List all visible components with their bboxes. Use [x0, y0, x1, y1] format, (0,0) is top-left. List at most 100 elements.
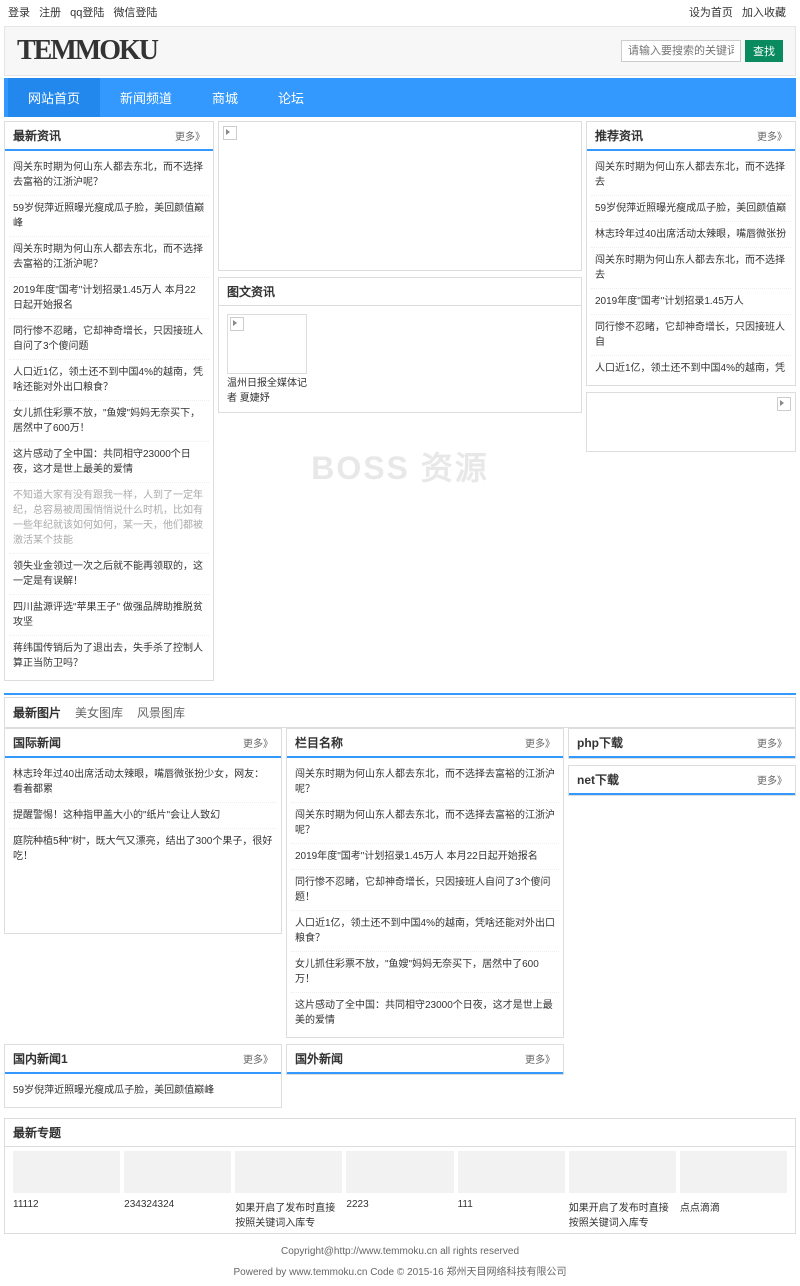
- thumb-caption: 温州日报全媒体记者 夏婕妤: [227, 374, 307, 404]
- list-item[interactable]: 四川盐源评选"苹果王子" 做强品牌助推脱贫攻坚: [9, 595, 209, 636]
- list-item[interactable]: 女儿抓住彩票不放，"鱼嫂"妈妈无奈买下，居然中了600万！: [9, 401, 209, 442]
- list-item[interactable]: 2019年度"国考"计划招录1.45万人 本月22日起开始报名: [291, 844, 559, 870]
- list-item[interactable]: 同行惨不忍睹，它却神奇增长，只因接班人自问了3个傻问题: [9, 319, 209, 360]
- register-link[interactable]: 注册: [39, 7, 61, 19]
- search-box: 查找: [621, 40, 783, 62]
- list-item[interactable]: 闯关东时期为何山东人都去东北，而不选择去富裕的江浙沪呢？: [291, 803, 559, 844]
- latest-news-more[interactable]: 更多》: [175, 128, 205, 143]
- foreign-more[interactable]: 更多》: [525, 1051, 555, 1066]
- list-item[interactable]: 领失业金领过一次之后就不能再领取的，这一定是有误解！: [9, 554, 209, 595]
- list-item[interactable]: 人口近1亿，领土还不到中国4%的越南，凭: [591, 356, 791, 381]
- search-button[interactable]: 查找: [745, 40, 783, 62]
- list-item[interactable]: 59岁倪萍近照曝光瘦成瓜子脸，美回颜值巅峰: [9, 196, 209, 237]
- add-favorite-link[interactable]: 加入收藏: [742, 7, 786, 19]
- list-item-gray: 不知道大家有没有跟我一样，人到了一定年纪，总容易被周围悄悄说什么时机，比如有一些…: [9, 483, 209, 554]
- list-item[interactable]: 闯关东时期为何山东人都去东北，而不选择去富裕的江浙沪呢？: [9, 155, 209, 196]
- tab-scenery[interactable]: 风景图库: [137, 704, 185, 721]
- list-item[interactable]: 59岁倪萍近照曝光瘦成瓜子脸，美回颜值巅: [591, 196, 791, 222]
- list-item[interactable]: 59岁倪萍近照曝光瘦成瓜子脸，美回颜值巅峰: [9, 1078, 277, 1103]
- imgtext-body: 温州日报全媒体记者 夏婕妤: [219, 306, 581, 412]
- recommend-more[interactable]: 更多》: [757, 128, 787, 143]
- php-head: php下载 更多》: [569, 729, 795, 758]
- domestic-title: 国内新闻1: [13, 1050, 68, 1067]
- php-panel: php下载 更多》: [568, 728, 796, 759]
- special-item[interactable]: 234324324: [124, 1151, 231, 1229]
- foreign-col: 国外新闻 更多》: [286, 1044, 564, 1114]
- special-thumb: [569, 1151, 676, 1193]
- foreign-panel: 国外新闻 更多》: [286, 1044, 564, 1075]
- special-label: 234324324: [124, 1199, 174, 1210]
- list-item[interactable]: 闯关东时期为何山东人都去东北，而不选择去: [591, 248, 791, 289]
- domestic-head: 国内新闻1 更多》: [5, 1045, 281, 1074]
- list-item[interactable]: 女儿抓住彩票不放，"鱼嫂"妈妈无奈买下，居然中了600万！: [291, 952, 559, 993]
- wechat-login-link[interactable]: 微信登陆: [113, 7, 157, 19]
- tab-latest-images[interactable]: 最新图片: [13, 704, 61, 721]
- latest-news-list: 闯关东时期为何山东人都去东北，而不选择去富裕的江浙沪呢？ 59岁倪萍近照曝光瘦成…: [5, 151, 213, 680]
- special-item[interactable]: 2223: [346, 1151, 453, 1229]
- login-link[interactable]: 登录: [8, 7, 30, 19]
- intl-title: 国际新闻: [13, 734, 61, 751]
- list-item[interactable]: 蒋纬国传销后为了退出去，失手杀了控制人算正当防卫吗？: [9, 636, 209, 676]
- list-item[interactable]: 林志玲年过40出席活动太辣眼，嘴唇微张扮: [591, 222, 791, 248]
- special-item[interactable]: 111: [458, 1151, 565, 1229]
- nav-home[interactable]: 网站首页: [8, 78, 100, 117]
- special-label: 11112: [13, 1199, 39, 1210]
- set-homepage-link[interactable]: 设为首页: [689, 7, 733, 19]
- net-more[interactable]: 更多》: [757, 772, 787, 787]
- php-more[interactable]: 更多》: [757, 735, 787, 750]
- php-title: php下载: [577, 734, 623, 751]
- domestic-more[interactable]: 更多》: [243, 1051, 273, 1066]
- foreign-head: 国外新闻 更多》: [287, 1045, 563, 1074]
- special-head: 最新专题: [5, 1119, 795, 1147]
- imgtext-title: 图文资讯: [227, 283, 275, 300]
- list-item[interactable]: 提醒警惕！这种指甲盖大小的"纸片"会让人致幻: [9, 803, 277, 829]
- list-item[interactable]: 这片感动了全中国：共同相守23000个日夜，这才是世上最美的爱情: [291, 993, 559, 1033]
- colname-more[interactable]: 更多》: [525, 735, 555, 750]
- header: TEMMOKU 查找: [4, 26, 796, 76]
- list-item[interactable]: 同行惨不忍睹，它却神奇增长，只因接班人自问了3个傻问题！: [291, 870, 559, 911]
- footer-copyright: Copyright@http://www.temmoku.cn all righ…: [8, 1246, 792, 1257]
- list-item[interactable]: 庭院种植5种"树"，既大气又漂亮，结出了300个果子，很好吃！: [9, 829, 277, 869]
- special-label: 111: [458, 1199, 473, 1210]
- nav-news[interactable]: 新闻频道: [100, 78, 192, 117]
- footer-powered: Powered by www.temmoku.cn Code © 2015-16…: [8, 1263, 792, 1278]
- special-item[interactable]: 如果开启了发布时直接按照关键词入库专: [569, 1151, 676, 1229]
- list-item[interactable]: 闯关东时期为何山东人都去东北，而不选择去富裕的江浙沪呢？: [9, 237, 209, 278]
- special-title: 最新专题: [13, 1124, 61, 1141]
- nav-mall[interactable]: 商城: [192, 78, 258, 117]
- nav-forum[interactable]: 论坛: [258, 78, 324, 117]
- site-logo[interactable]: TEMMOKU: [17, 35, 157, 67]
- net-title: net下载: [577, 771, 619, 788]
- list-item[interactable]: 闯关东时期为何山东人都去东北，而不选择去: [591, 155, 791, 196]
- tab-beauty[interactable]: 美女图库: [75, 704, 123, 721]
- special-thumb: [235, 1151, 342, 1193]
- search-input[interactable]: [621, 40, 741, 62]
- main-nav: 网站首页 新闻频道 商城 论坛: [4, 78, 796, 117]
- recommend-title: 推荐资讯: [595, 127, 643, 144]
- imgtext-panel: 图文资讯 温州日报全媒体记者 夏婕妤: [218, 277, 582, 413]
- list-item[interactable]: 同行惨不忍睹，它却神奇增长，只因接班人自: [591, 315, 791, 356]
- domestic-col: 国内新闻1 更多》 59岁倪萍近照曝光瘦成瓜子脸，美回颜值巅峰: [4, 1044, 282, 1114]
- special-label: 如果开启了发布时直接按照关键词入库专: [235, 1203, 335, 1229]
- qq-login-link[interactable]: qq登陆: [70, 7, 104, 19]
- special-item[interactable]: 11112: [13, 1151, 120, 1229]
- list-item[interactable]: 这片感动了全中国：共同相守23000个日夜，这才是世上最美的爱情: [9, 442, 209, 483]
- broken-image-icon: [223, 126, 237, 140]
- list-item[interactable]: 闯关东时期为何山东人都去东北，而不选择去富裕的江浙沪呢？: [291, 762, 559, 803]
- top-left: 登录 注册 qq登陆 微信登陆: [8, 4, 163, 20]
- special-item[interactable]: 如果开启了发布时直接按照关键词入库专: [235, 1151, 342, 1229]
- list-item[interactable]: 人口近1亿，领土还不到中国4%的越南，凭啥还能对外出口粮食？: [291, 911, 559, 952]
- list-item[interactable]: 2019年度"国考"计划招录1.45万人 本月22日起开始报名: [9, 278, 209, 319]
- watermark-text: BOSS 资源: [218, 443, 582, 489]
- intl-more[interactable]: 更多》: [243, 735, 273, 750]
- row3: 国内新闻1 更多》 59岁倪萍近照曝光瘦成瓜子脸，美回颜值巅峰 国外新闻 更多》: [0, 1044, 800, 1114]
- special-item[interactable]: 点点滴滴: [680, 1151, 787, 1229]
- thumb-item[interactable]: 温州日报全媒体记者 夏婕妤: [227, 314, 307, 404]
- list-item[interactable]: 2019年度"国考"计划招录1.45万人: [591, 289, 791, 315]
- list-item[interactable]: 人口近1亿，领土还不到中国4%的越南，凭啥还能对外出口粮食？: [9, 360, 209, 401]
- recommend-panel: 推荐资讯 更多》 闯关东时期为何山东人都去东北，而不选择去 59岁倪萍近照曝光瘦…: [586, 121, 796, 386]
- list-item[interactable]: 林志玲年过40出席活动太辣眼，嘴唇微张扮少女，网友：看着都累: [9, 762, 277, 803]
- top-bar: 登录 注册 qq登陆 微信登陆 设为首页 加入收藏: [0, 0, 800, 24]
- thumb-image: [227, 314, 307, 374]
- special-panel: 最新专题 11112 234324324 如果开启了发布时直接按照关键词入库专 …: [4, 1118, 796, 1234]
